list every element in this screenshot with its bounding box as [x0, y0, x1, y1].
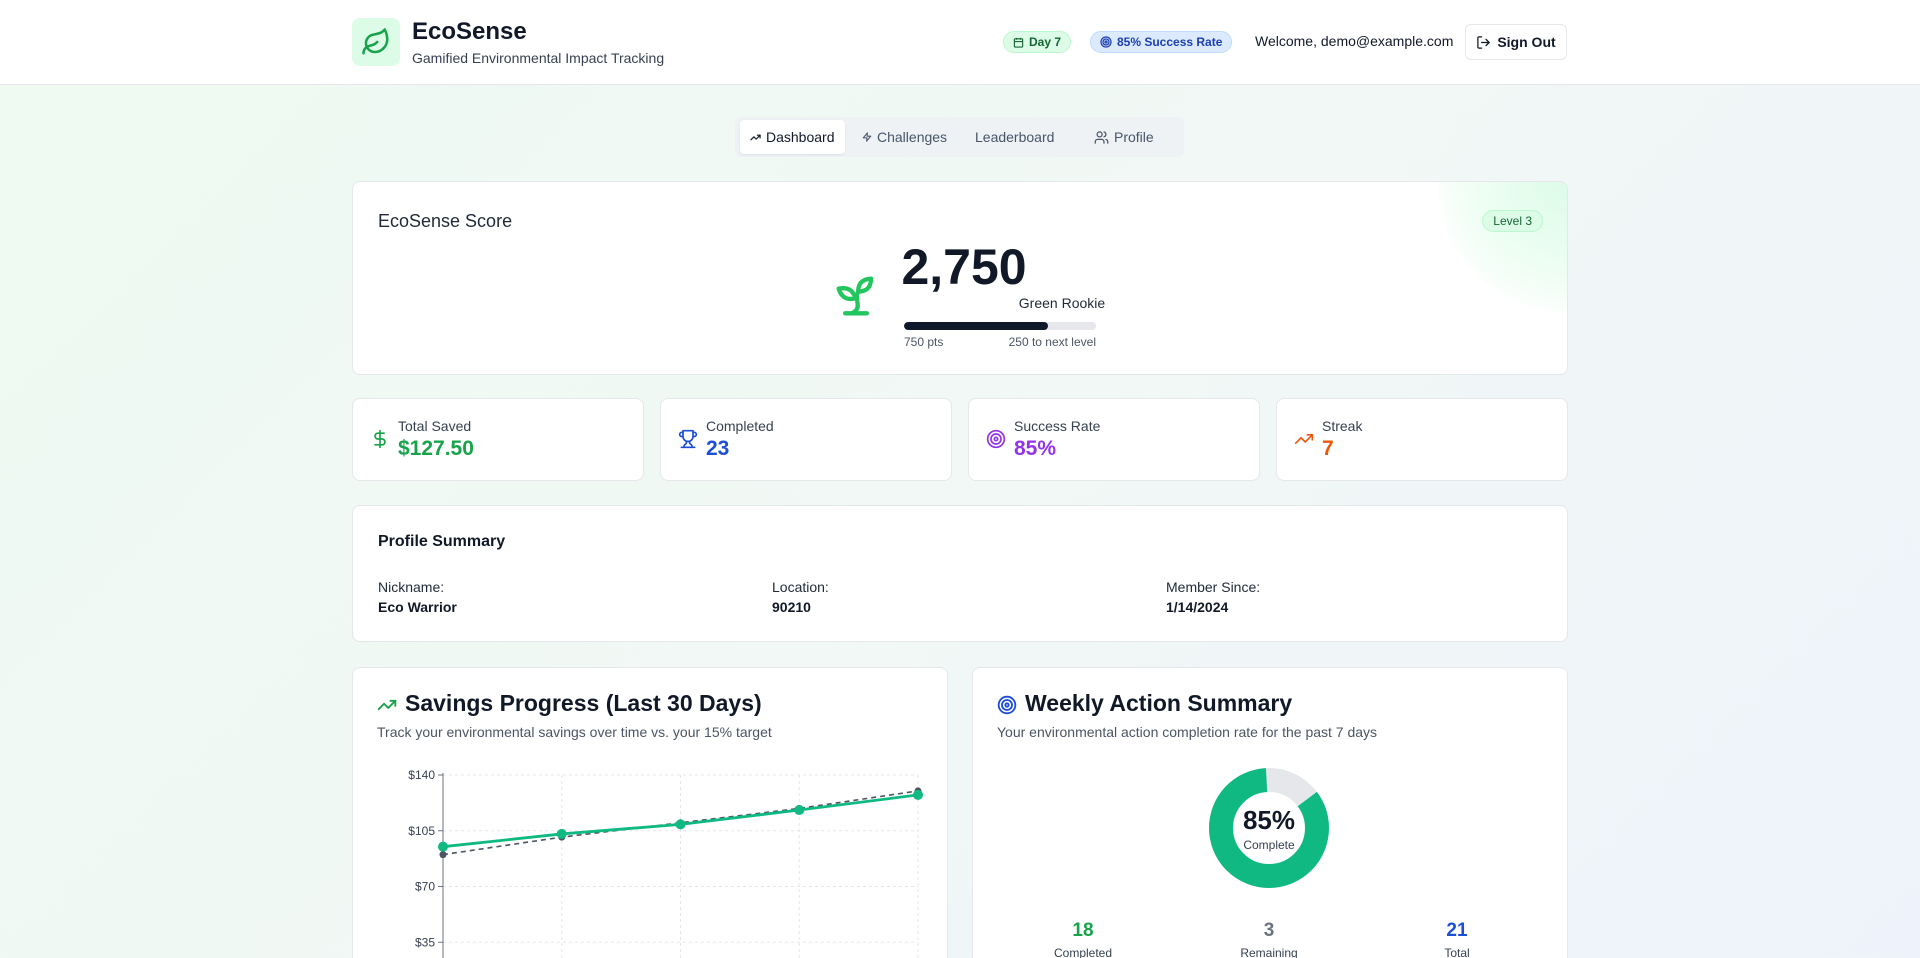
- stat-label: Streak: [1322, 418, 1363, 434]
- tab-challenges-label: Challenges: [877, 129, 948, 145]
- dollar-icon: [370, 429, 390, 454]
- stat-completed: Completed 23: [660, 398, 952, 481]
- points-label: 750 pts: [904, 335, 944, 349]
- score-card-title: EcoSense Score: [378, 211, 513, 231]
- trending-up-icon: [1294, 429, 1314, 454]
- score-rank: Green Rookie: [1018, 295, 1106, 311]
- profile-summary-title: Profile Summary: [378, 533, 506, 550]
- tab-leaderboard[interactable]: Leaderboard: [965, 120, 1064, 154]
- target-icon: [1100, 36, 1112, 48]
- tab-dashboard[interactable]: Dashboard: [740, 120, 845, 154]
- savings-line-chart: $140 $105 $70 $35: [408, 768, 923, 958]
- main-tabs: Dashboard Challenges Leaderboard Profile: [735, 117, 1184, 157]
- y-tick-label: $140: [408, 768, 435, 782]
- completed-count: 18: [1072, 920, 1094, 941]
- stat-value: 85%: [1014, 437, 1057, 460]
- weekly-title: Weekly Action Summary: [1025, 690, 1293, 716]
- tab-leaderboard-label: Leaderboard: [975, 129, 1055, 145]
- success-rate-badge-label: 85% Success Rate: [1117, 35, 1223, 49]
- score-value: 2,750: [901, 239, 1027, 295]
- stat-value: 23: [706, 437, 730, 460]
- leaf-logo-icon: [352, 18, 400, 66]
- remaining-count: 3: [1263, 920, 1275, 941]
- app-header: EcoSense Gamified Environmental Impact T…: [0, 0, 1920, 85]
- target-icon: [986, 429, 1006, 454]
- welcome-text: Welcome, demo@example.com: [1255, 33, 1454, 49]
- next-level-label: 250 to next level: [1008, 335, 1096, 349]
- target-icon: [997, 695, 1017, 720]
- member-since-label: Member Since:: [1166, 579, 1261, 595]
- data-point: [439, 851, 447, 859]
- calendar-icon: [1013, 37, 1024, 48]
- savings-progress-card: Savings Progress (Last 30 Days) Track yo…: [352, 667, 948, 958]
- trending-up-icon: [750, 134, 761, 140]
- data-point: [675, 819, 686, 830]
- stat-label: Total Saved: [398, 418, 472, 434]
- stat-success-rate: Success Rate 85%: [968, 398, 1260, 481]
- sign-out-label: Sign Out: [1497, 34, 1556, 50]
- app-title: EcoSense: [412, 18, 527, 45]
- day-badge-label: Day 7: [1029, 35, 1062, 49]
- tab-profile-label: Profile: [1114, 129, 1154, 145]
- weekly-summary-card: Weekly Action Summary Your environmental…: [972, 667, 1568, 958]
- data-point: [913, 789, 923, 800]
- data-point: [438, 841, 448, 852]
- day-badge: Day 7: [1003, 31, 1072, 53]
- sign-out-button[interactable]: Sign Out: [1465, 24, 1567, 60]
- donut-center: 85% Complete: [1209, 768, 1329, 888]
- y-tick-label: $70: [415, 880, 435, 894]
- users-icon: [1094, 130, 1109, 144]
- location-value: 90210: [772, 599, 811, 615]
- completion-label: Complete: [1243, 838, 1295, 852]
- nickname-value: Eco Warrior: [378, 599, 457, 615]
- total-label: Total: [1444, 946, 1470, 958]
- stat-value: 7: [1322, 437, 1334, 460]
- data-point: [556, 828, 567, 839]
- tab-profile[interactable]: Profile: [1084, 120, 1164, 154]
- success-rate-badge: 85% Success Rate: [1090, 31, 1233, 53]
- y-tick-label: $105: [408, 824, 435, 838]
- location-label: Location:: [772, 579, 829, 595]
- completed-label: Completed: [1053, 946, 1113, 958]
- nickname-label: Nickname:: [378, 579, 445, 595]
- remaining-label: Remaining: [1240, 946, 1298, 958]
- zap-icon: [862, 132, 872, 142]
- completion-percent: 85%: [1242, 805, 1296, 835]
- ecosense-score-card: EcoSense Score Level 3 2,750 Green Rooki…: [352, 181, 1568, 375]
- y-tick-label: $35: [415, 935, 435, 949]
- level-progress-fill: [904, 322, 1048, 330]
- stat-streak: Streak 7: [1276, 398, 1568, 481]
- profile-summary-card: Profile Summary Nickname: Eco Warrior Lo…: [352, 505, 1568, 642]
- data-point: [794, 805, 805, 816]
- level-badge: Level 3: [1482, 210, 1543, 232]
- stat-label: Success Rate: [1014, 418, 1101, 434]
- member-since-value: 1/14/2024: [1166, 599, 1229, 615]
- logout-icon: [1477, 35, 1491, 49]
- weekly-subtitle: Your environmental action completion rat…: [997, 724, 1378, 740]
- stat-value: $127.50: [398, 437, 474, 460]
- stat-label: Completed: [706, 418, 774, 434]
- stat-total-saved: Total Saved $127.50: [352, 398, 644, 481]
- trophy-icon: [678, 429, 698, 454]
- tab-challenges[interactable]: Challenges: [852, 120, 957, 154]
- tab-dashboard-label: Dashboard: [766, 129, 835, 145]
- app-subtitle: Gamified Environmental Impact Tracking: [412, 50, 665, 66]
- total-count: 21: [1446, 920, 1468, 941]
- level-progress-bar: [904, 322, 1096, 330]
